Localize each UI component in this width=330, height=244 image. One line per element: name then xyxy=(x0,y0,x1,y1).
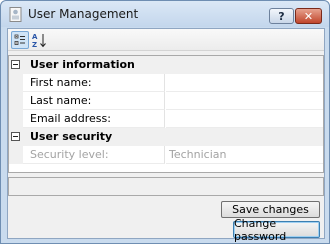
close-icon: ✕ xyxy=(303,9,314,23)
property-panel: A Z User information First name: Last na… xyxy=(7,28,325,243)
description-pane xyxy=(8,177,324,196)
category-user-information[interactable]: User information xyxy=(9,56,323,74)
collapse-icon[interactable] xyxy=(11,132,20,141)
last-name-field[interactable] xyxy=(166,92,323,110)
property-label: Security level: xyxy=(23,146,165,164)
svg-text:A: A xyxy=(32,33,38,41)
property-row-first-name[interactable]: First name: xyxy=(9,74,323,92)
svg-text:Z: Z xyxy=(32,41,37,48)
security-level-field: Technician xyxy=(166,146,323,164)
help-button[interactable]: ? xyxy=(269,8,294,24)
property-label: Last name: xyxy=(23,92,165,110)
categorized-icon xyxy=(14,34,25,45)
category-label: User security xyxy=(30,130,113,143)
alphabetical-sort-button[interactable]: A Z xyxy=(30,31,48,49)
change-password-button[interactable]: Change password xyxy=(233,217,320,243)
property-row-email[interactable]: Email address: xyxy=(9,110,323,128)
grid-toolbar: A Z xyxy=(8,29,324,51)
property-grid: User information First name: Last name: … xyxy=(8,55,324,173)
property-row-security-level[interactable]: Security level: Technician xyxy=(9,146,323,164)
property-label: Email address: xyxy=(23,110,165,128)
property-row-last-name[interactable]: Last name: xyxy=(9,92,323,110)
row-margin xyxy=(9,110,23,128)
row-margin xyxy=(9,92,23,110)
row-margin xyxy=(9,146,23,164)
category-label: User information xyxy=(30,58,135,71)
close-button[interactable]: ✕ xyxy=(295,8,322,24)
save-changes-button[interactable]: Save changes xyxy=(221,201,320,218)
title-bar[interactable]: User Management ? ✕ xyxy=(1,1,329,27)
help-icon: ? xyxy=(278,9,285,23)
sort-az-icon: A Z xyxy=(32,33,46,48)
window-title: User Management xyxy=(28,7,139,21)
property-label: First name: xyxy=(23,74,165,92)
category-user-security[interactable]: User security xyxy=(9,128,323,146)
first-name-field[interactable] xyxy=(166,74,323,92)
user-management-window: User Management ? ✕ A Z User information… xyxy=(0,0,330,244)
app-icon xyxy=(9,7,22,22)
email-field[interactable] xyxy=(166,110,323,128)
row-margin xyxy=(9,74,23,92)
collapse-icon[interactable] xyxy=(11,60,20,69)
categorized-view-button[interactable] xyxy=(11,31,29,49)
